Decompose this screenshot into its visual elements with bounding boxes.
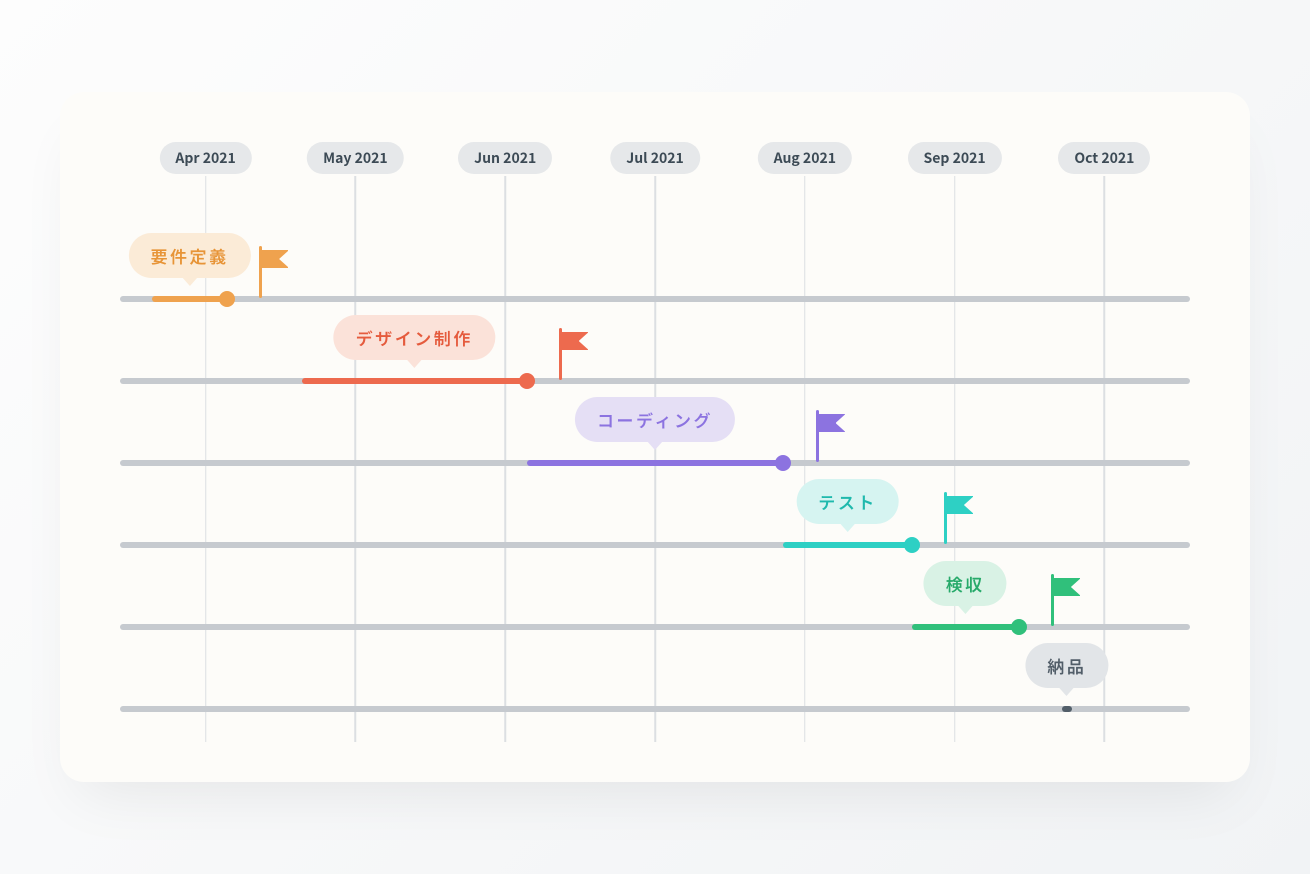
task-bar[interactable] <box>527 460 784 466</box>
month-label: Oct 2021 <box>1058 142 1150 174</box>
gantt-row: デザイン制作 <box>120 304 1190 384</box>
task-label[interactable]: 検収 <box>924 561 1007 606</box>
gantt-row: 要件定義 <box>120 222 1190 302</box>
task-label[interactable]: コーディング <box>575 397 735 442</box>
task-label[interactable]: テスト <box>796 479 899 524</box>
month-label: May 2021 <box>307 142 403 174</box>
gantt-card: Apr 2021 May 2021 Jun 2021 Jul 2021 Aug 2021… <box>60 92 1250 782</box>
task-bar[interactable] <box>912 624 1019 630</box>
task-label[interactable]: 要件定義 <box>128 233 250 278</box>
row-track <box>120 542 1190 548</box>
row-track <box>120 296 1190 302</box>
task-bar[interactable] <box>152 296 227 302</box>
task-bar[interactable] <box>302 378 527 384</box>
task-label[interactable]: 納品 <box>1025 643 1108 688</box>
row-track <box>120 378 1190 384</box>
task-label[interactable]: デザイン制作 <box>334 315 495 360</box>
task-bar[interactable] <box>1062 706 1073 712</box>
task-bar[interactable] <box>783 542 911 548</box>
row-track <box>120 624 1190 630</box>
gantt-row: 納品 <box>120 632 1190 712</box>
gantt-row: コーディング <box>120 386 1190 466</box>
gantt-row: 検収 <box>120 550 1190 630</box>
month-label: Aug 2021 <box>758 142 852 174</box>
month-label: Sep 2021 <box>908 142 1002 174</box>
month-label: Jul 2021 <box>610 142 700 174</box>
month-label: Jun 2021 <box>458 142 552 174</box>
gantt-chart: Apr 2021 May 2021 Jun 2021 Jul 2021 Aug 2021… <box>120 142 1190 742</box>
gantt-row: テスト <box>120 468 1190 548</box>
row-track <box>120 706 1190 712</box>
month-label: Apr 2021 <box>159 142 251 174</box>
